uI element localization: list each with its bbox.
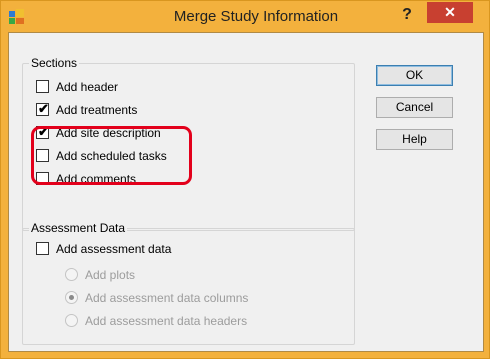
dialog-client-area: Sections Add header ✔ Add treatments ✔ A…: [8, 32, 484, 352]
assessment-group-title: Assessment Data: [29, 221, 128, 235]
radio-label: Add plots: [85, 268, 136, 282]
ok-button[interactable]: OK: [376, 65, 453, 86]
radio-button[interactable]: [65, 314, 78, 327]
app-icon: [9, 9, 25, 25]
dialog-window: Merge Study Information ? ✕ Sections Add…: [0, 0, 490, 359]
checkbox-label: Add header: [56, 80, 119, 94]
assessment-data-group: Assessment Data Add assessment data Add …: [22, 221, 355, 345]
help-question-icon[interactable]: ?: [393, 3, 421, 27]
title-bar[interactable]: Merge Study Information ? ✕: [1, 1, 489, 32]
close-button[interactable]: ✕: [427, 2, 473, 23]
checkbox-box[interactable]: [36, 80, 49, 93]
radio-button[interactable]: [65, 268, 78, 281]
highlight-annotation: [31, 126, 192, 185]
checkbox-label: Add treatments: [56, 103, 138, 117]
dialog-title: Merge Study Information: [173, 8, 339, 25]
checkbox-box[interactable]: [36, 242, 49, 255]
checkbox-label: Add assessment data: [56, 242, 172, 256]
radio-button[interactable]: [65, 291, 78, 304]
radio-label: Add assessment data columns: [85, 291, 249, 305]
cancel-button[interactable]: Cancel: [376, 97, 453, 118]
checkbox-box[interactable]: ✔: [36, 101, 49, 116]
sections-group-title: Sections: [29, 56, 80, 70]
radio-selected-dot: [69, 295, 74, 300]
check-icon: ✔: [38, 101, 49, 116]
help-button[interactable]: Help: [376, 129, 453, 150]
radio-label: Add assessment data headers: [85, 314, 248, 328]
